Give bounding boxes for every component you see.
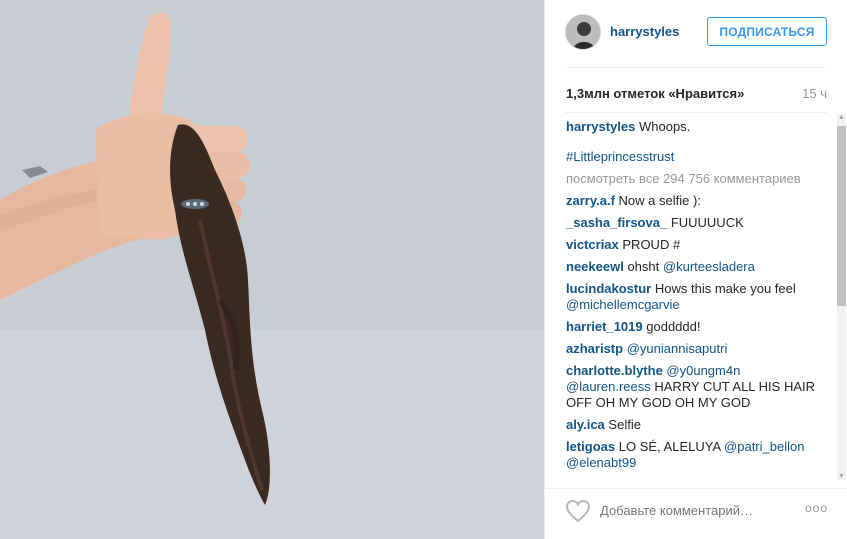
comments-list: harrystyles Whoops. #Littleprincesstrust… [566,119,821,479]
comment-item: lucindakostur Hows this make you feel @m… [566,281,821,313]
comment-input[interactable]: Добавьте комментарий… [600,503,753,518]
comment-item: zarry.a.f Now a selfie ): [566,193,821,209]
view-all-comments[interactable]: посмотреть все 294 756 комментариев [566,171,821,187]
caption-text: Whoops. [639,119,691,134]
likes-divider [565,112,827,113]
comment-text: goddddd! [646,319,701,334]
comment-username[interactable]: azharistp [566,341,623,356]
avatar[interactable] [565,14,601,50]
comment-text: ohsht [627,259,660,274]
scrollbar-thumb[interactable] [837,126,846,306]
comment-item: victcriax PROUD # [566,237,821,253]
comment-mention[interactable]: @y0ungm4n [666,363,740,378]
comment-item: _sasha_firsova_ FUUUUUCK [566,215,821,231]
caption-username[interactable]: harrystyles [566,119,635,134]
view-all-comments-label[interactable]: посмотреть все 294 756 комментариев [566,171,801,186]
comment-username[interactable]: charlotte.blythe [566,363,663,378]
comment-text: PROUD # [622,237,681,252]
comment-username[interactable]: victcriax [566,237,619,252]
comment-text: FUUUUUCK [670,215,744,230]
follow-button[interactable]: ПОДПИСАТЬСЯ [707,17,827,46]
comment-mention[interactable]: @lauren.reess [566,379,651,394]
post-photo [0,0,544,539]
comment-text: Now a selfie ): [618,193,701,208]
heart-outline-icon[interactable] [565,499,591,523]
comment-item: charlotte.blythe @y0ungm4n @lauren.reess… [566,363,821,411]
photo-illustration [0,0,544,539]
avatar-image [566,15,600,49]
comment-item: harriet_1019 goddddd! [566,319,821,335]
comment-text: Hows this make you feel [654,281,796,296]
comment-item: neekeewl ohsht @kurteesladera [566,259,821,275]
comments-scrollbar[interactable]: ▲ ▼ [834,114,847,480]
comment-username[interactable]: neekeewl [566,259,624,274]
post-username[interactable]: harrystyles [610,24,679,39]
comment-username[interactable]: zarry.a.f [566,193,615,208]
comment-mention[interactable]: @yuniannisaputri [627,341,728,356]
comment-mention[interactable]: @patri_bellon [724,439,804,454]
comment-username[interactable]: aly.ica [566,417,605,432]
comment-text: LO SÉ, ALELUYA [618,439,721,454]
comment-text: Selfie [608,417,641,432]
comment-mention[interactable]: @elenabt99 [566,455,636,470]
comment-item: aly.ica Selfie [566,417,821,433]
scroll-down-icon[interactable]: ▼ [838,473,845,480]
comment-mention[interactable]: @michellemcgarvie [566,297,680,312]
comment-bar: Добавьте комментарий… ooo [545,488,847,539]
likes-count[interactable]: 1,3млн отметок «Нравится» [566,86,744,101]
comment-item: azharistp @yuniannisaputri [566,341,821,357]
scroll-up-icon[interactable]: ▲ [838,114,845,121]
post-sidebar: harrystyles ПОДПИСАТЬСЯ 1,3млн отметок «… [544,0,847,539]
post-header: harrystyles ПОДПИСАТЬСЯ [545,0,847,64]
caption-hashtag[interactable]: #Littleprincesstrust [566,149,821,165]
comment-mention[interactable]: @kurteesladera [663,259,755,274]
caption: harrystyles Whoops. #Littleprincesstrust [566,119,821,165]
post-time[interactable]: 15 ч [802,86,827,101]
comment-username[interactable]: lucindakostur [566,281,651,296]
comment-username[interactable]: letigoas [566,439,615,454]
header-divider [565,67,827,68]
post-viewer: harrystyles ПОДПИСАТЬСЯ 1,3млн отметок «… [0,0,847,539]
comment-username[interactable]: _sasha_firsova_ [566,215,667,230]
comment-username[interactable]: harriet_1019 [566,319,643,334]
more-options-icon[interactable]: ooo [805,501,828,515]
comment-item: letigoas LO SÉ, ALELUYA @patri_bellon @e… [566,439,821,471]
